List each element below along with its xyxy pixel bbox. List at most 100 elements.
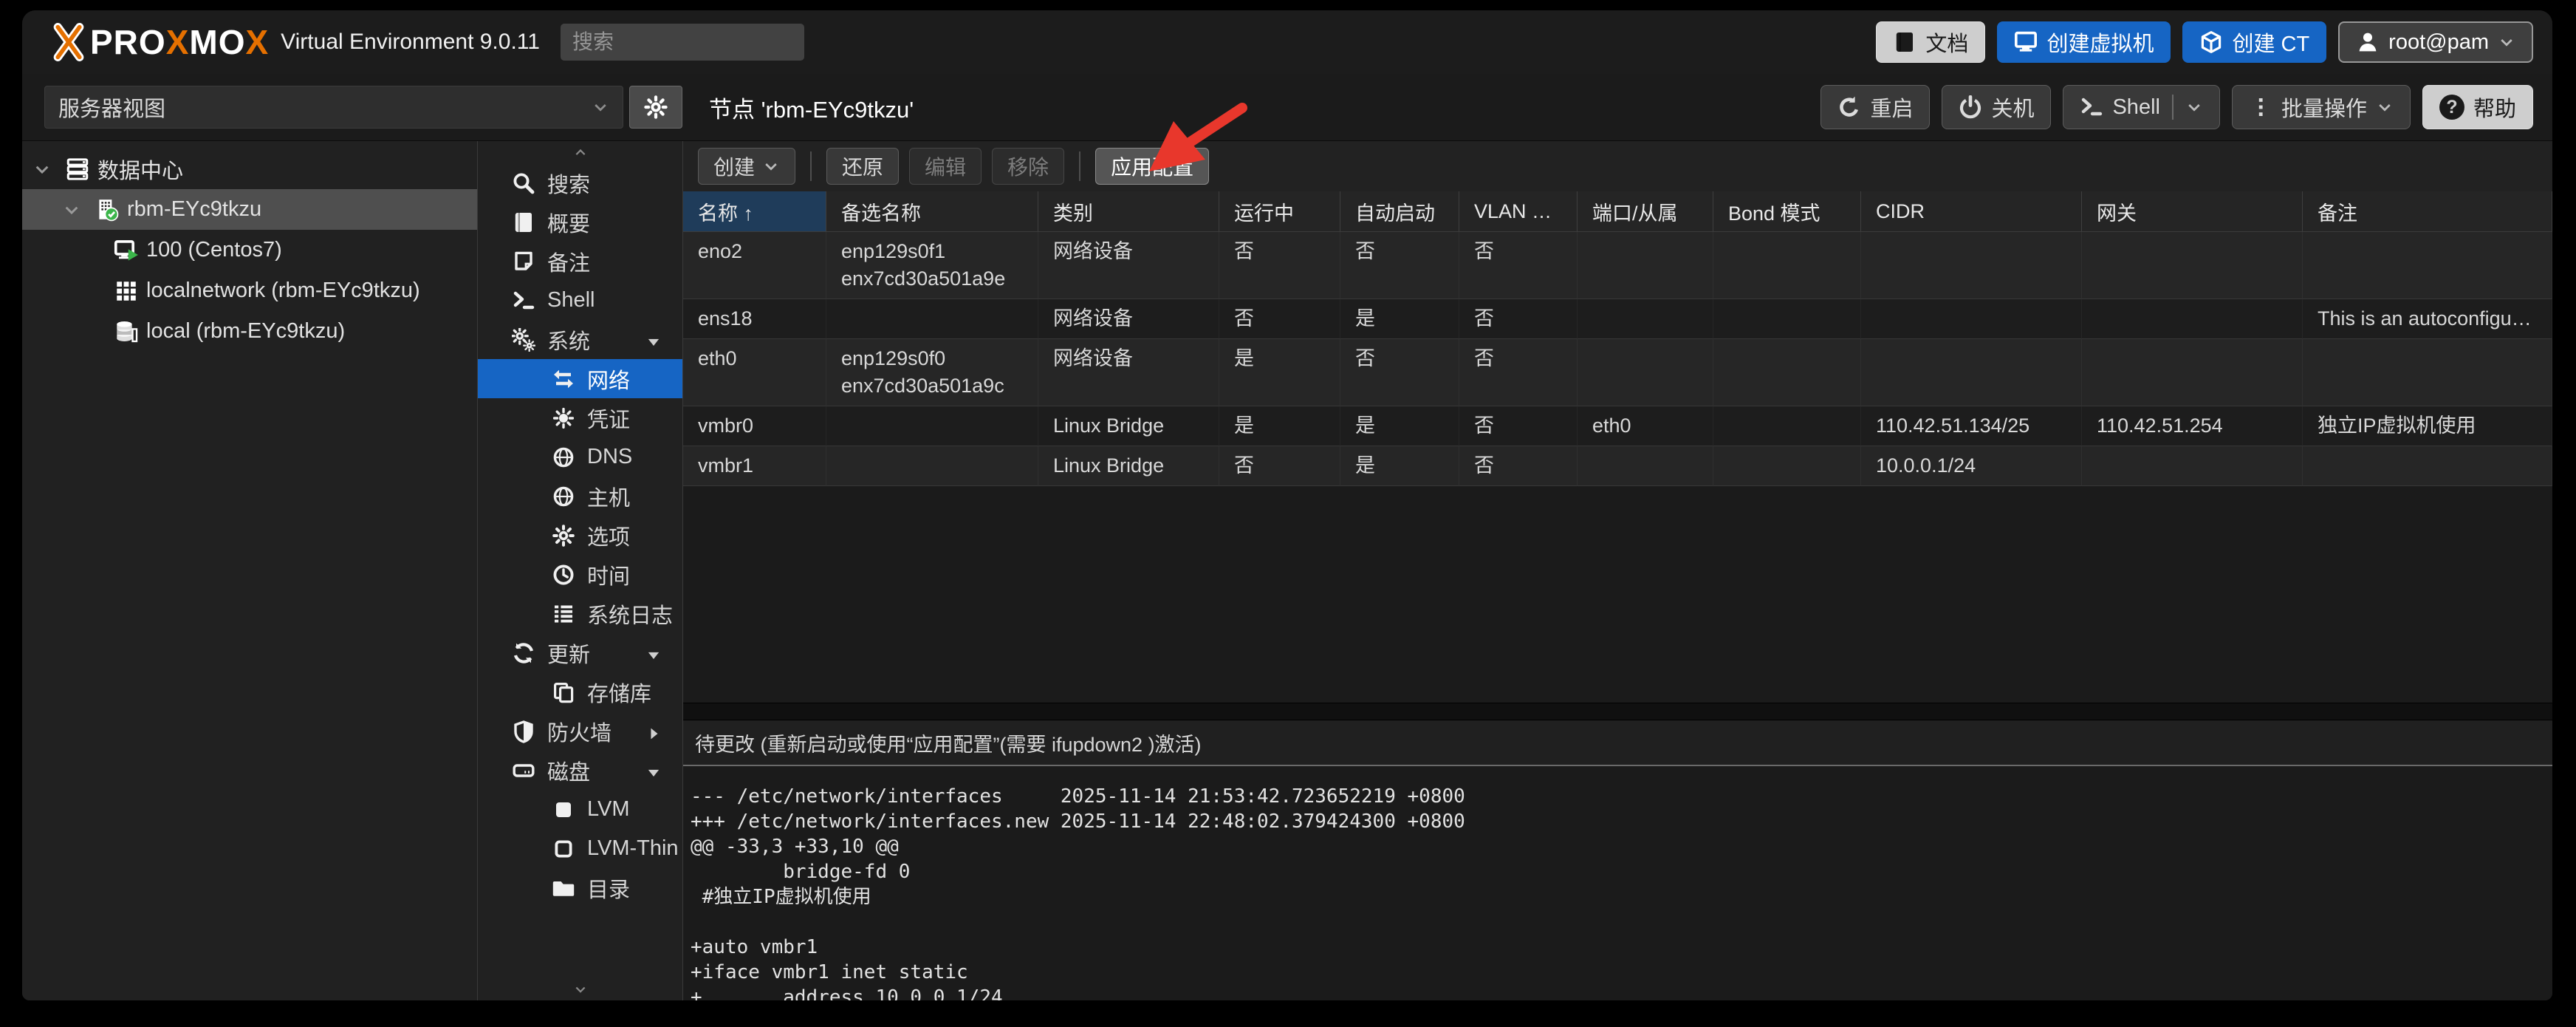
chevron-down-icon (2185, 98, 2203, 116)
sidebar-item-options[interactable]: 选项 (478, 516, 682, 555)
table-row-vmbr1[interactable]: vmbr1Linux Bridge否是否10.0.0.1/24 (683, 446, 2552, 486)
sidebar-item-updates[interactable]: 更新 (478, 633, 682, 672)
column-header-VLAN …[interactable]: VLAN … (1459, 191, 1578, 231)
table-cell: Linux Bridge (1038, 446, 1219, 486)
revert-button[interactable]: 还原 (826, 148, 899, 185)
terminal-icon (2080, 95, 2103, 119)
column-header-备注[interactable]: 备注 (2303, 191, 2552, 231)
chevron-down-icon (2498, 33, 2515, 51)
table-cell: 否 (1340, 232, 1459, 299)
restart-button[interactable]: 重启 (1820, 85, 1930, 129)
tree-item-label: rbm-EYc9tkzu (127, 197, 261, 222)
create-button[interactable]: 创建 (698, 148, 795, 185)
column-header-端口/从属[interactable]: 端口/从属 (1578, 191, 1713, 231)
caret-right-icon (645, 726, 662, 742)
clock-icon (552, 563, 575, 587)
node-icon (95, 197, 120, 222)
sidebar-item-repositories[interactable]: 存储库 (478, 672, 682, 712)
table-cell (1713, 232, 1861, 299)
button-label: 还原 (842, 151, 883, 181)
sidebar-item-directory[interactable]: 目录 (478, 868, 682, 907)
expander-icon[interactable] (32, 160, 58, 179)
sidebar-item-disks[interactable]: 磁盘 (478, 751, 682, 790)
table-cell (1578, 446, 1713, 486)
sidebar-item-label: 时间 (587, 559, 630, 590)
table-body: eno2enp129s0f1 enx7cd30a501a9e网络设备否否否ens… (683, 232, 2552, 486)
tree-item-datacenter[interactable]: 数据中心 (22, 149, 477, 189)
table-cell: 是 (1340, 446, 1459, 486)
sidebar-item-syslog[interactable]: 系统日志 (478, 594, 682, 633)
column-header-名称[interactable]: 名称 ↑ (683, 191, 826, 231)
shell-button[interactable]: Shell (2063, 85, 2220, 129)
sidebar-item-network[interactable]: 网络 (478, 359, 682, 398)
gears-icon (512, 328, 535, 352)
table-row-eno2[interactable]: eno2enp129s0f1 enx7cd30a501a9e网络设备否否否 (683, 232, 2552, 299)
column-header-运行中[interactable]: 运行中 (1219, 191, 1340, 231)
sidebar-item-shell[interactable]: Shell (478, 281, 682, 320)
table-cell: vmbr0 (683, 406, 826, 446)
toolbar-separator (1079, 151, 1080, 181)
note-icon (512, 250, 535, 273)
network-toolbar: 创建 还原编辑移除 应用配置 (683, 141, 2552, 191)
column-header-网关[interactable]: 网关 (2082, 191, 2303, 231)
user-menu-button[interactable]: root@pam (2338, 21, 2533, 63)
sidebar-item-summary[interactable]: 概要 (478, 202, 682, 242)
apply-config-button[interactable]: 应用配置 (1095, 148, 1209, 185)
button-label: 创建 (713, 151, 755, 181)
create-ct-button[interactable]: 创建 CT (2182, 21, 2326, 63)
sidebar-item-firewall[interactable]: 防火墙 (478, 712, 682, 751)
column-header-备选名称[interactable]: 备选名称 (826, 191, 1038, 231)
table-row-vmbr0[interactable]: vmbr0Linux Bridge是是否eth0110.42.51.134/25… (683, 406, 2552, 446)
button-label: 应用配置 (1111, 151, 1193, 181)
expander-icon[interactable] (62, 200, 87, 219)
tree-item-storage-local[interactable]: local (rbm-EYc9tkzu) (22, 311, 477, 352)
remove-button[interactable]: 移除 (992, 148, 1064, 185)
shield-icon (512, 720, 535, 743)
menu-scroll-down[interactable] (478, 978, 682, 1000)
sidebar-item-hosts[interactable]: 主机 (478, 477, 682, 516)
panel-splitter[interactable] (683, 703, 2552, 720)
sidebar-item-dns[interactable]: DNS (478, 437, 682, 477)
caret-down-icon (645, 762, 662, 779)
bulk-actions-button[interactable]: 批量操作 (2232, 85, 2411, 129)
column-header-Bond 模式[interactable]: Bond 模式 (1713, 191, 1861, 231)
book-icon (1893, 30, 1916, 54)
column-header-CIDR[interactable]: CIDR (1861, 191, 2082, 231)
shutdown-button[interactable]: 关机 (1942, 85, 2051, 129)
sidebar-item-label: 磁盘 (547, 755, 590, 786)
sidebar-item-label: 主机 (587, 481, 630, 512)
docs-button[interactable]: 文档 (1876, 21, 1985, 63)
column-header-自动启动[interactable]: 自动启动 (1340, 191, 1459, 231)
table-row-eth0[interactable]: eth0enp129s0f0 enx7cd30a501a9c网络设备是否否 (683, 339, 2552, 406)
brand-letter: MO (189, 23, 245, 61)
table-cell (826, 446, 1038, 486)
menu-scroll-up[interactable] (478, 141, 682, 163)
view-selector[interactable]: 服务器视图 (44, 86, 623, 129)
tree-item-storage-localnetwork[interactable]: localnetwork (rbm-EYc9tkzu) (22, 270, 477, 311)
sidebar-item-lvm-thin[interactable]: LVM-Thin (478, 829, 682, 868)
tree-item-node-rbm-EYc9tkzu[interactable]: rbm-EYc9tkzu (22, 189, 477, 230)
table-cell (1578, 339, 1713, 406)
table-cell (2082, 446, 2303, 486)
sidebar-item-certificates[interactable]: 凭证 (478, 398, 682, 437)
create-vm-button[interactable]: 创建虚拟机 (1997, 21, 2171, 63)
view-config-button[interactable] (629, 86, 682, 129)
sidebar-item-notes[interactable]: 备注 (478, 242, 682, 281)
copy-icon (552, 680, 575, 704)
sidebar-item-lvm[interactable]: LVM (478, 790, 682, 829)
button-label: 创建 CT (2232, 27, 2309, 58)
grid-icon (114, 279, 139, 304)
sidebar-item-time[interactable]: 时间 (478, 555, 682, 594)
tree-item-vm-100[interactable]: 100 (Centos7) (22, 230, 477, 270)
pending-changes-header: 待更改 (重新启动或使用“应用配置”(需要 ifupdown2 )激活) (683, 720, 2552, 766)
node-actions: 重启关机 Shell 批量操作?帮助 (1820, 85, 2533, 129)
table-row-ens18[interactable]: ens18网络设备否是否This is an autoconfigu… (683, 299, 2552, 339)
topbar-actions: 文档创建虚拟机 创建 CT root@pam (1876, 21, 2533, 63)
column-header-类别[interactable]: 类别 (1038, 191, 1219, 231)
edit-button[interactable]: 编辑 (909, 148, 982, 185)
help-button[interactable]: ?帮助 (2422, 85, 2533, 129)
sidebar-item-system[interactable]: 系统 (478, 320, 682, 359)
sidebar-item-search[interactable]: 搜索 (478, 163, 682, 202)
chevron-down-icon (2185, 98, 2203, 116)
global-search-input[interactable] (561, 24, 804, 61)
